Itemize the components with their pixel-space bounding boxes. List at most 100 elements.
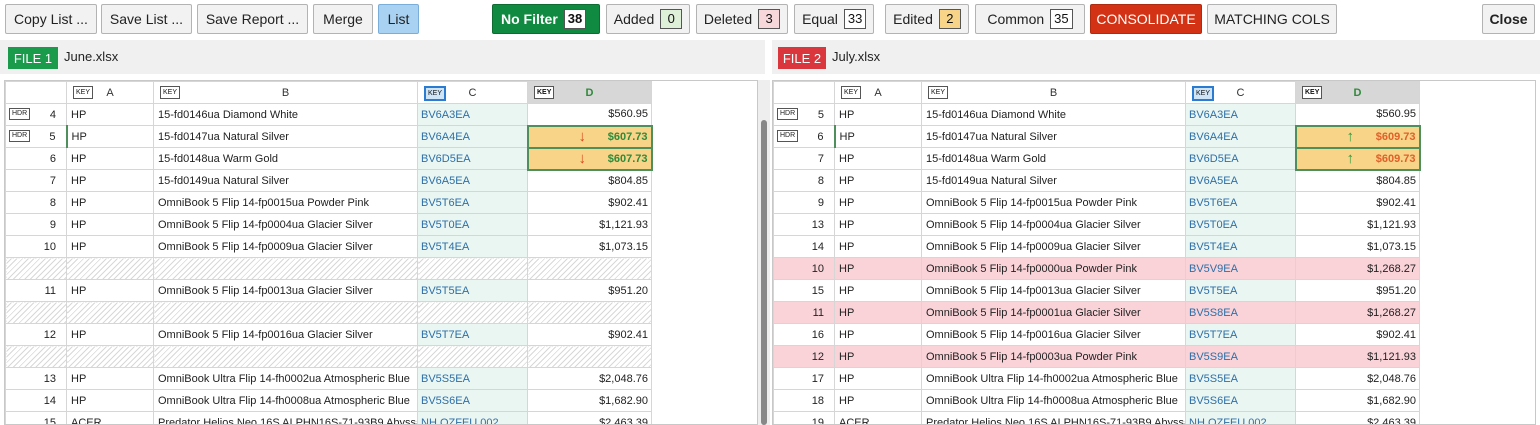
cell-a[interactable]: ACER bbox=[66, 411, 154, 424]
cell-c[interactable]: BV5S5EA bbox=[1185, 367, 1296, 390]
deleted-filter-button[interactable]: Deleted 3 bbox=[696, 4, 788, 34]
cell-d[interactable]: $1,073.15 bbox=[1295, 235, 1420, 258]
cell-b[interactable]: OmniBook 5 Flip 14-fp0016ua Glacier Silv… bbox=[153, 323, 418, 346]
cell-a[interactable]: HP bbox=[66, 235, 154, 258]
table-row[interactable]: 12 HP OmniBook 5 Flip 14-fp0003ua Powder P… bbox=[773, 345, 1420, 368]
cell-a[interactable]: HP bbox=[834, 257, 922, 280]
table-row[interactable]: 13 HP OmniBook Ultra Flip 14-fh0002ua Atmo… bbox=[5, 367, 652, 390]
cell-b[interactable]: 15-fd0148ua Warm Gold bbox=[153, 147, 418, 170]
cell-a[interactable]: HP bbox=[834, 301, 922, 324]
column-header-c[interactable]: KEY C bbox=[417, 81, 528, 104]
cell-c[interactable]: BV5S8EA bbox=[1185, 301, 1296, 324]
cell-b[interactable]: OmniBook 5 Flip 14-fp0013ua Glacier Silv… bbox=[153, 279, 418, 302]
vertical-scrollbar[interactable] bbox=[761, 120, 767, 425]
cell-d[interactable]: $560.95 bbox=[1295, 103, 1420, 126]
close-button[interactable]: Close bbox=[1482, 4, 1535, 34]
cell-d[interactable]: $902.41 bbox=[1295, 323, 1420, 346]
consolidate-button[interactable]: CONSOLIDATE bbox=[1090, 4, 1202, 34]
cell-d[interactable]: $2,048.76 bbox=[527, 367, 652, 390]
cell-a[interactable]: HP bbox=[66, 389, 154, 412]
cell-a[interactable]: HP bbox=[834, 125, 922, 148]
column-header-d[interactable]: KEY D bbox=[527, 81, 652, 104]
cell-b[interactable]: OmniBook 5 Flip 14-fp0000ua Powder Pink bbox=[921, 257, 1186, 280]
table-row[interactable]: 17 HP OmniBook Ultra Flip 14-fh0002ua Atmo… bbox=[773, 367, 1420, 390]
table-row[interactable]: HDR 5 HP 15-fd0146ua Diamond White BV6A3EA $5… bbox=[773, 103, 1420, 126]
cell-d[interactable]: $2,463.39 bbox=[527, 411, 652, 424]
cell-a[interactable]: HP bbox=[66, 213, 154, 236]
cell-a[interactable]: HP bbox=[66, 103, 154, 126]
cell-b[interactable]: Predator Helios Neo 16S AI PHN16S-71-93B… bbox=[153, 411, 418, 424]
cell-b[interactable]: 15-fd0146ua Diamond White bbox=[921, 103, 1186, 126]
cell-a[interactable]: HP bbox=[834, 367, 922, 390]
column-header-b[interactable]: KEY B bbox=[921, 81, 1186, 104]
cell-b[interactable]: 15-fd0146ua Diamond White bbox=[153, 103, 418, 126]
cell-a[interactable]: HP bbox=[834, 191, 922, 214]
table-row[interactable]: 10 HP OmniBook 5 Flip 14-fp0000ua Powder P… bbox=[773, 257, 1420, 280]
cell-c[interactable]: BV5T4EA bbox=[1185, 235, 1296, 258]
cell-d[interactable]: $1,121.93 bbox=[527, 213, 652, 236]
cell-a[interactable]: HP bbox=[66, 191, 154, 214]
header-row-marker[interactable]: HDR bbox=[777, 108, 799, 120]
save-list-button[interactable]: Save List ... bbox=[101, 4, 192, 34]
cell-c[interactable]: BV5T0EA bbox=[417, 213, 528, 236]
cell-a[interactable]: HP bbox=[66, 279, 154, 302]
cell-c[interactable]: BV5S9EA bbox=[1185, 345, 1296, 368]
cell-c[interactable]: NH.QZFEU.002 bbox=[1185, 411, 1296, 424]
cell-a[interactable]: HP bbox=[66, 169, 154, 192]
file1-grid[interactable]: KEY A KEY B KEY C KEY D HDR 4 HP 15-fd0146ua Di… bbox=[4, 80, 758, 425]
cell-d[interactable]: $902.41 bbox=[527, 323, 652, 346]
cell-b[interactable]: OmniBook 5 Flip 14-fp0009ua Glacier Silv… bbox=[153, 235, 418, 258]
cell-d[interactable]: $1,682.90 bbox=[527, 389, 652, 412]
cell-c[interactable]: BV6A4EA bbox=[1185, 125, 1296, 148]
cell-b[interactable]: OmniBook 5 Flip 14-fp0015ua Powder Pink bbox=[921, 191, 1186, 214]
cell-b[interactable]: OmniBook 5 Flip 14-fp0015ua Powder Pink bbox=[153, 191, 418, 214]
cell-c[interactable]: NH.QZFEU.002 bbox=[417, 411, 528, 424]
cell-b[interactable]: OmniBook 5 Flip 14-fp0009ua Glacier Silv… bbox=[921, 235, 1186, 258]
cell-c[interactable]: BV6A3EA bbox=[1185, 103, 1296, 126]
header-row-marker[interactable]: HDR bbox=[777, 130, 799, 142]
cell-d[interactable]: $2,048.76 bbox=[1295, 367, 1420, 390]
column-header-b[interactable]: KEY B bbox=[153, 81, 418, 104]
cell-a[interactable]: HP bbox=[834, 147, 922, 170]
cell-b[interactable]: 15-fd0149ua Natural Silver bbox=[921, 169, 1186, 192]
cell-b[interactable]: OmniBook 5 Flip 14-fp0013ua Glacier Silv… bbox=[921, 279, 1186, 302]
cell-d[interactable]: $902.41 bbox=[527, 191, 652, 214]
table-row[interactable]: 19 ACER Predator Helios Neo 16S AI PHN16S-… bbox=[773, 411, 1420, 424]
table-row[interactable]: 13 HP OmniBook 5 Flip 14-fp0004ua Glacier … bbox=[773, 213, 1420, 236]
cell-c[interactable]: BV5S6EA bbox=[1185, 389, 1296, 412]
cell-c[interactable]: BV5V9EA bbox=[1185, 257, 1296, 280]
equal-filter-button[interactable]: Equal 33 bbox=[794, 4, 874, 34]
cell-b[interactable]: OmniBook Ultra Flip 14-fh0002ua Atmosphe… bbox=[921, 367, 1186, 390]
cell-c[interactable]: BV5T6EA bbox=[1185, 191, 1296, 214]
cell-c[interactable]: BV6D5EA bbox=[1185, 147, 1296, 170]
added-filter-button[interactable]: Added 0 bbox=[606, 4, 690, 34]
cell-c[interactable]: BV5T4EA bbox=[417, 235, 528, 258]
cell-b[interactable]: 15-fd0147ua Natural Silver bbox=[921, 125, 1186, 148]
cell-c[interactable]: BV5T7EA bbox=[1185, 323, 1296, 346]
table-row[interactable]: 14 HP OmniBook Ultra Flip 14-fh0008ua Atmo… bbox=[5, 389, 652, 412]
cell-a[interactable]: HP bbox=[834, 169, 922, 192]
cell-d[interactable]: ↓ $607.73 bbox=[526, 124, 653, 149]
table-row[interactable]: 15 HP OmniBook 5 Flip 14-fp0013ua Glacier … bbox=[773, 279, 1420, 302]
cell-b[interactable]: OmniBook 5 Flip 14-fp0004ua Glacier Silv… bbox=[921, 213, 1186, 236]
cell-d[interactable]: $902.41 bbox=[1295, 191, 1420, 214]
cell-b[interactable]: OmniBook 5 Flip 14-fp0016ua Glacier Silv… bbox=[921, 323, 1186, 346]
cell-b[interactable]: 15-fd0148ua Warm Gold bbox=[921, 147, 1186, 170]
key-toggle-a[interactable]: KEY bbox=[841, 86, 862, 99]
cell-c[interactable]: BV5S5EA bbox=[417, 367, 528, 390]
column-header-a[interactable]: KEY A bbox=[66, 81, 154, 104]
cell-c[interactable]: BV6A4EA bbox=[417, 125, 528, 148]
cell-b[interactable]: 15-fd0147ua Natural Silver bbox=[153, 125, 418, 148]
cell-d[interactable]: $1,682.90 bbox=[1295, 389, 1420, 412]
cell-d[interactable]: $1,268.27 bbox=[1295, 301, 1420, 324]
table-row[interactable]: 12 HP OmniBook 5 Flip 14-fp0016ua Glacier … bbox=[5, 323, 652, 346]
cell-c[interactable]: BV5S6EA bbox=[417, 389, 528, 412]
table-row[interactable]: 7 HP 15-fd0149ua Natural Silver BV6A5EA $804… bbox=[5, 169, 652, 192]
matching-cols-button[interactable]: MATCHING COLS bbox=[1207, 4, 1337, 34]
table-row[interactable]: 10 HP OmniBook 5 Flip 14-fp0009ua Glacier … bbox=[5, 235, 652, 258]
cell-d[interactable]: $560.95 bbox=[527, 103, 652, 126]
key-toggle-d[interactable]: KEY bbox=[534, 86, 555, 99]
cell-a[interactable]: HP bbox=[834, 389, 922, 412]
table-row[interactable]: HDR 4 HP 15-fd0146ua Diamond White BV6A3EA $5… bbox=[5, 103, 652, 126]
merge-button[interactable]: Merge bbox=[313, 4, 373, 34]
